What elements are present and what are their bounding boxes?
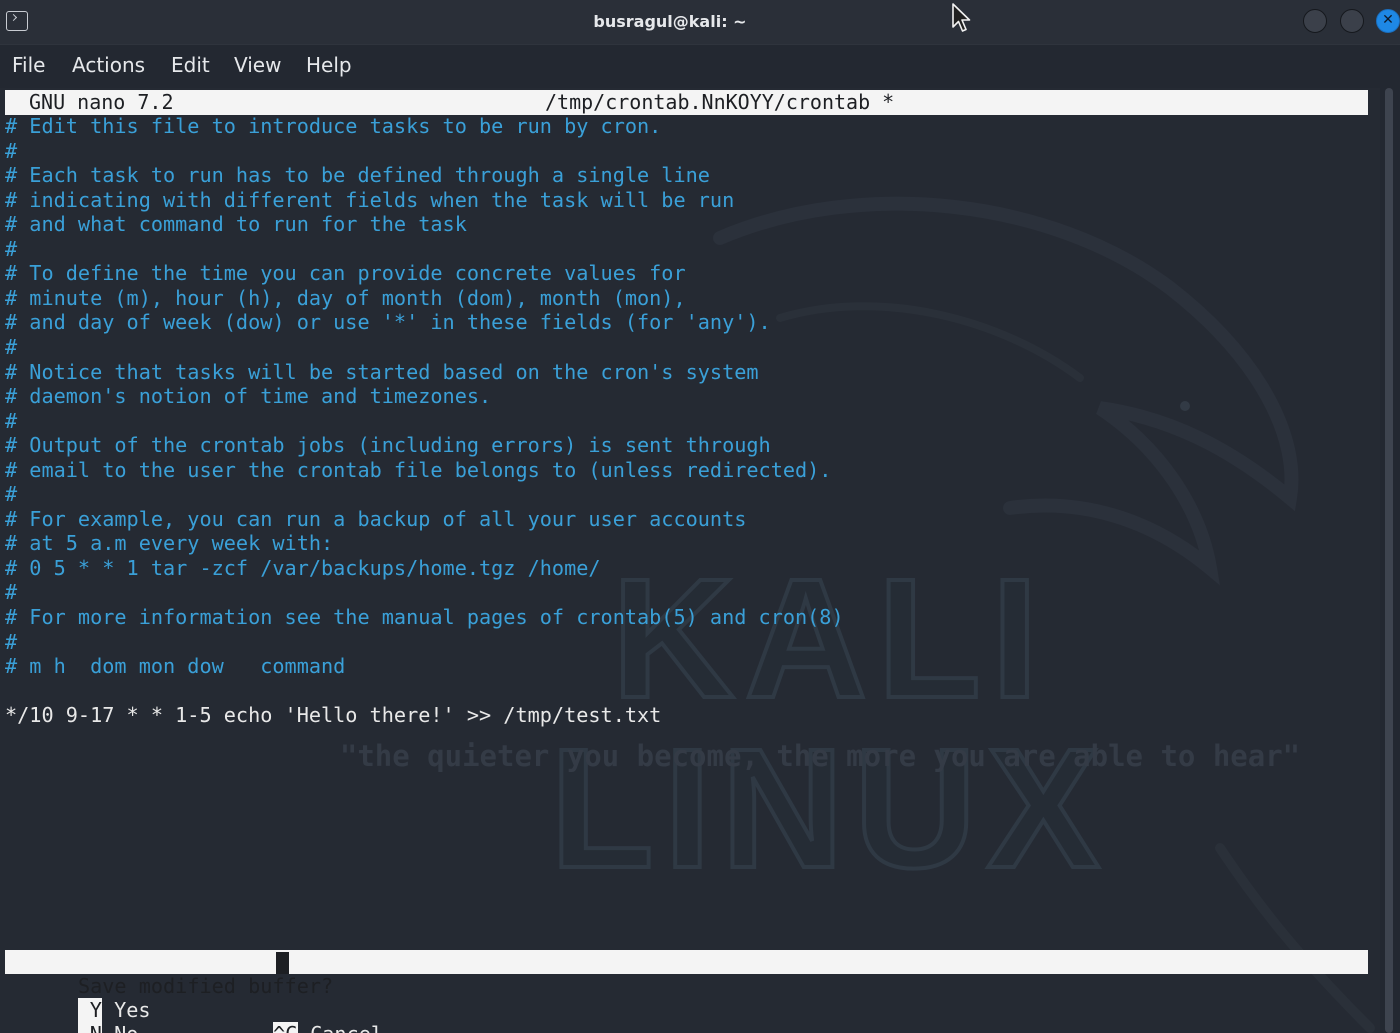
editor-line[interactable]: # To define the time you can provide con…: [5, 261, 686, 286]
mouse-pointer-icon: [952, 3, 971, 32]
option-cancel-key: ^C: [272, 1022, 298, 1033]
editor-line[interactable]: # and what command to run for the task: [5, 212, 467, 237]
editor-line[interactable]: #: [5, 409, 17, 434]
save-prompt-bar[interactable]: Save modified buffer?: [5, 950, 1368, 998]
nano-filename: /tmp/crontab.NnKOYY/crontab *: [545, 90, 895, 114]
editor-line[interactable]: # Notice that tasks will be started base…: [5, 360, 759, 385]
kali-slogan: "the quieter you become, the more you ar…: [339, 739, 1301, 773]
editor-line[interactable]: # and day of week (dow) or use '*' in th…: [5, 310, 771, 335]
option-no[interactable]: N No: [5, 998, 138, 1033]
close-button[interactable]: ✕: [1376, 9, 1400, 33]
editor-line[interactable]: #: [5, 482, 17, 507]
nano-version: GNU nano 7.2: [29, 90, 174, 114]
menu-bar: File Actions Edit View Help: [0, 45, 1400, 85]
editor-line[interactable]: # For example, you can run a backup of a…: [5, 507, 746, 532]
option-cancel-label: Cancel: [310, 1022, 383, 1033]
menu-actions[interactable]: Actions: [72, 51, 145, 79]
window-title: busragul@kali: ~: [593, 12, 747, 31]
editor-line[interactable]: # at 5 a.m every week with:: [5, 531, 333, 556]
title-bar[interactable]: busragul@kali: ~ ✕: [0, 0, 1400, 45]
editor-line[interactable]: #: [5, 139, 17, 164]
scrollbar-thumb[interactable]: [1385, 88, 1393, 1033]
menu-view[interactable]: View: [234, 51, 281, 79]
editor-line[interactable]: # daemon's notion of time and timezones.: [5, 384, 491, 409]
nano-title-bar: GNU nano 7.2 /tmp/crontab.NnKOYY/crontab…: [5, 90, 1368, 115]
menu-help[interactable]: Help: [306, 51, 352, 79]
menu-edit[interactable]: Edit: [171, 51, 210, 79]
editor-line[interactable]: # indicating with different fields when …: [5, 188, 734, 213]
editor-line[interactable]: #: [5, 630, 17, 655]
terminal-window: busragul@kali: ~ ✕ File Actions Edit Vie…: [0, 0, 1400, 1033]
text-cursor: [276, 952, 289, 974]
option-no-label: No: [114, 1022, 138, 1033]
terminal-area[interactable]: KALI LINUX "the quieter you become, the …: [0, 88, 1380, 1033]
editor-line[interactable]: # minute (m), hour (h), day of month (do…: [5, 286, 686, 311]
close-icon: ✕: [1382, 12, 1394, 28]
maximize-button[interactable]: [1340, 9, 1364, 33]
editor-line[interactable]: # email to the user the crontab file bel…: [5, 458, 831, 483]
editor-line[interactable]: */10 9-17 * * 1-5 echo 'Hello there!' >>…: [5, 703, 661, 728]
editor-line[interactable]: #: [5, 237, 17, 262]
editor-line[interactable]: # Each task to run has to be defined thr…: [5, 163, 710, 188]
minimize-button[interactable]: [1303, 9, 1327, 33]
editor-line[interactable]: # 0 5 * * 1 tar -zcf /var/backups/home.t…: [5, 556, 601, 581]
editor-line[interactable]: # Edit this file to introduce tasks to b…: [5, 114, 661, 139]
editor-line[interactable]: #: [5, 335, 17, 360]
menu-file[interactable]: File: [12, 51, 45, 79]
option-no-key: N: [77, 1022, 102, 1033]
editor-line[interactable]: # m h dom mon dow command: [5, 654, 345, 679]
option-cancel[interactable]: ^C Cancel: [200, 998, 383, 1033]
editor-line[interactable]: #: [5, 580, 17, 605]
editor-line[interactable]: # For more information see the manual pa…: [5, 605, 844, 630]
editor-line[interactable]: # Output of the crontab jobs (including …: [5, 433, 771, 458]
terminal-scrollbar[interactable]: [1384, 88, 1394, 1033]
